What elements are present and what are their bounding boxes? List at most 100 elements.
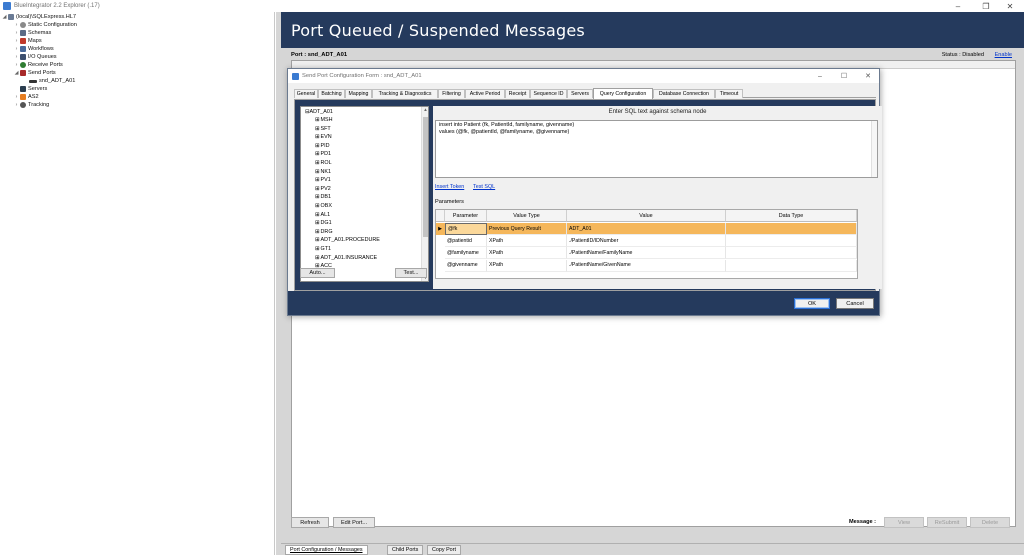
cell-value[interactable]: ./PatientName/GivenName — [567, 259, 726, 272]
expand-node-icon[interactable]: ⊞ — [315, 203, 320, 209]
tree-item-static-configuration[interactable]: › Static Configuration — [14, 21, 77, 29]
scroll-up-icon[interactable]: ▲ — [422, 107, 429, 113]
cell-parameter[interactable]: @patientid — [445, 235, 487, 248]
schema-node[interactable]: ⊞ EVN — [315, 133, 332, 141]
enable-link[interactable]: Enable — [995, 52, 1012, 58]
tree-item-io-queues[interactable]: › I/O Queues — [14, 53, 57, 61]
schema-node[interactable]: ⊞ ROL — [315, 159, 332, 167]
tab-timeout[interactable]: Timeout — [715, 89, 743, 98]
test-button[interactable]: Test... — [395, 268, 427, 278]
tab-servers[interactable]: Servers — [567, 89, 593, 98]
tree-root[interactable]: ◢ (local)\SQLExpress.HL7 — [2, 13, 76, 21]
scroll-thumb[interactable] — [423, 117, 428, 237]
expand-icon[interactable]: › — [14, 102, 19, 108]
cell-value-type[interactable]: XPath — [487, 247, 567, 260]
expand-node-icon[interactable]: ⊞ — [315, 194, 320, 200]
expand-icon[interactable]: › — [14, 54, 19, 60]
cell-value-type[interactable]: XPath — [487, 235, 567, 248]
expand-node-icon[interactable]: ⊞ — [315, 117, 320, 123]
table-row[interactable]: @familyname XPath ./PatientName/FamilyName — [436, 247, 857, 260]
tab-child-ports[interactable]: Child Ports — [387, 545, 424, 555]
tab-database-connection[interactable]: Database Connection — [653, 89, 715, 98]
insert-token-link[interactable]: Insert Token — [435, 184, 464, 190]
schema-node[interactable]: ⊞ AL1 — [315, 211, 330, 219]
cell-value[interactable]: ADT_A01 — [567, 223, 726, 235]
cell-parameter[interactable]: @givenname — [445, 259, 487, 272]
table-row[interactable]: @patientid XPath ./PatientID/IDNumber — [436, 235, 857, 248]
schema-node[interactable]: ⊞ DRG — [315, 228, 333, 236]
expand-icon[interactable]: › — [14, 62, 19, 68]
minimize-button[interactable]: – — [944, 0, 972, 12]
cancel-button[interactable]: Cancel — [836, 298, 874, 309]
close-button[interactable]: ✕ — [996, 0, 1024, 12]
expand-node-icon[interactable]: ⊞ — [315, 134, 320, 140]
cell-data-type[interactable] — [726, 247, 857, 260]
expand-icon[interactable]: › — [14, 38, 19, 44]
schema-root-node[interactable]: ⊟ADT_A01 — [305, 108, 333, 116]
sql-scrollbar[interactable] — [871, 121, 877, 177]
column-header-value[interactable]: Value — [567, 210, 726, 222]
tab-query-configuration[interactable]: Query Configuration — [593, 88, 653, 99]
tab-copy-port[interactable]: Copy Port — [427, 545, 461, 555]
test-sql-link[interactable]: Test SQL — [473, 184, 495, 190]
cell-data-type[interactable] — [726, 223, 857, 235]
tree-item-tracking[interactable]: › Tracking — [14, 101, 49, 109]
schema-node[interactable]: ⊞ DB1 — [315, 193, 331, 201]
expand-node-icon[interactable]: ⊞ — [315, 255, 320, 261]
cell-value-type[interactable]: XPath — [487, 259, 567, 272]
expand-icon[interactable]: › — [14, 46, 19, 52]
dialog-minimize-button[interactable]: – — [808, 69, 832, 83]
column-header-value-type[interactable]: Value Type — [487, 210, 567, 222]
cell-parameter[interactable]: @familyname — [445, 247, 487, 260]
view-button[interactable]: View — [884, 517, 924, 528]
tree-item-servers[interactable]: Servers — [14, 85, 47, 93]
tab-filtering[interactable]: Filtering — [438, 89, 465, 98]
expand-node-icon[interactable]: ⊞ — [315, 212, 320, 218]
tab-sequence-id[interactable]: Sequence ID — [530, 89, 567, 98]
tree-item-send-ports[interactable]: ◢ Send Ports — [14, 69, 56, 77]
cell-value[interactable]: ./PatientName/FamilyName — [567, 247, 726, 260]
cell-value[interactable]: ./PatientID/IDNumber — [567, 235, 726, 248]
column-header-data-type[interactable]: Data Type — [726, 210, 857, 222]
expand-node-icon[interactable]: ⊞ — [315, 126, 320, 132]
tab-tracking-diagnostics[interactable]: Tracking & Diagnostics — [372, 89, 438, 98]
tab-receipt[interactable]: Receipt — [505, 89, 530, 98]
expand-node-icon[interactable]: ⊞ — [315, 160, 320, 166]
cell-data-type[interactable] — [726, 235, 857, 248]
schema-tree-scrollbar[interactable]: ▲ ▼ — [421, 107, 428, 281]
expand-node-icon[interactable]: ⊞ — [315, 220, 320, 226]
expand-node-icon[interactable]: ⊞ — [315, 177, 320, 183]
table-row[interactable]: @givenname XPath ./PatientName/GivenName — [436, 259, 857, 272]
tab-mapping[interactable]: Mapping — [345, 89, 372, 98]
schema-node[interactable]: ⊞ PD1 — [315, 150, 331, 158]
expand-icon[interactable]: › — [14, 30, 19, 36]
resubmit-button[interactable]: ReSubmit — [927, 517, 967, 528]
tab-port-configuration[interactable]: Port Configuration / Messages — [285, 545, 368, 555]
tab-active-period[interactable]: Active Period — [465, 89, 505, 98]
tab-batching[interactable]: Batching — [318, 89, 345, 98]
ok-button[interactable]: OK — [794, 298, 830, 309]
table-row[interactable]: ▶ @fk Previous Query Result ADT_A01 — [436, 223, 857, 235]
expand-node-icon[interactable]: ⊞ — [315, 237, 320, 243]
dialog-maximize-button[interactable]: ☐ — [832, 69, 856, 83]
expand-icon[interactable]: › — [14, 94, 19, 100]
schema-node[interactable]: ⊞ PV2 — [315, 185, 331, 193]
schema-node[interactable]: ⊞ OBX — [315, 202, 332, 210]
schema-node[interactable]: ⊞ MSH — [315, 116, 333, 124]
tree-item-maps[interactable]: › Maps — [14, 37, 42, 45]
dialog-close-button[interactable]: ✕ — [856, 69, 880, 83]
edit-port-button[interactable]: Edit Port... — [333, 517, 375, 528]
expand-node-icon[interactable]: ⊞ — [315, 143, 320, 149]
tree-item-snd-adt-a01[interactable]: snd_ADT_A01 — [28, 77, 75, 85]
delete-button[interactable]: Delete — [970, 517, 1010, 528]
expand-icon[interactable]: › — [14, 22, 19, 28]
auto-button[interactable]: Auto... — [300, 268, 335, 278]
cell-parameter[interactable]: @fk — [445, 223, 487, 235]
tree-item-receive-ports[interactable]: › Receive Ports — [14, 61, 63, 69]
tree-item-as2[interactable]: › AS2 — [14, 93, 39, 101]
schema-node[interactable]: ⊞ SFT — [315, 125, 331, 133]
schema-tree[interactable]: ⊟ADT_A01 ⊞ MSH ⊞ SFT ⊞ EVN ⊞ PID ⊞ PD1 ⊞ ROL ⊞ NK1 ⊞ PV… — [300, 106, 429, 282]
expand-node-icon[interactable]: ⊞ — [315, 169, 320, 175]
tree-item-workflows[interactable]: › Workflows — [14, 45, 54, 53]
collapse-icon[interactable]: ◢ — [14, 70, 19, 76]
